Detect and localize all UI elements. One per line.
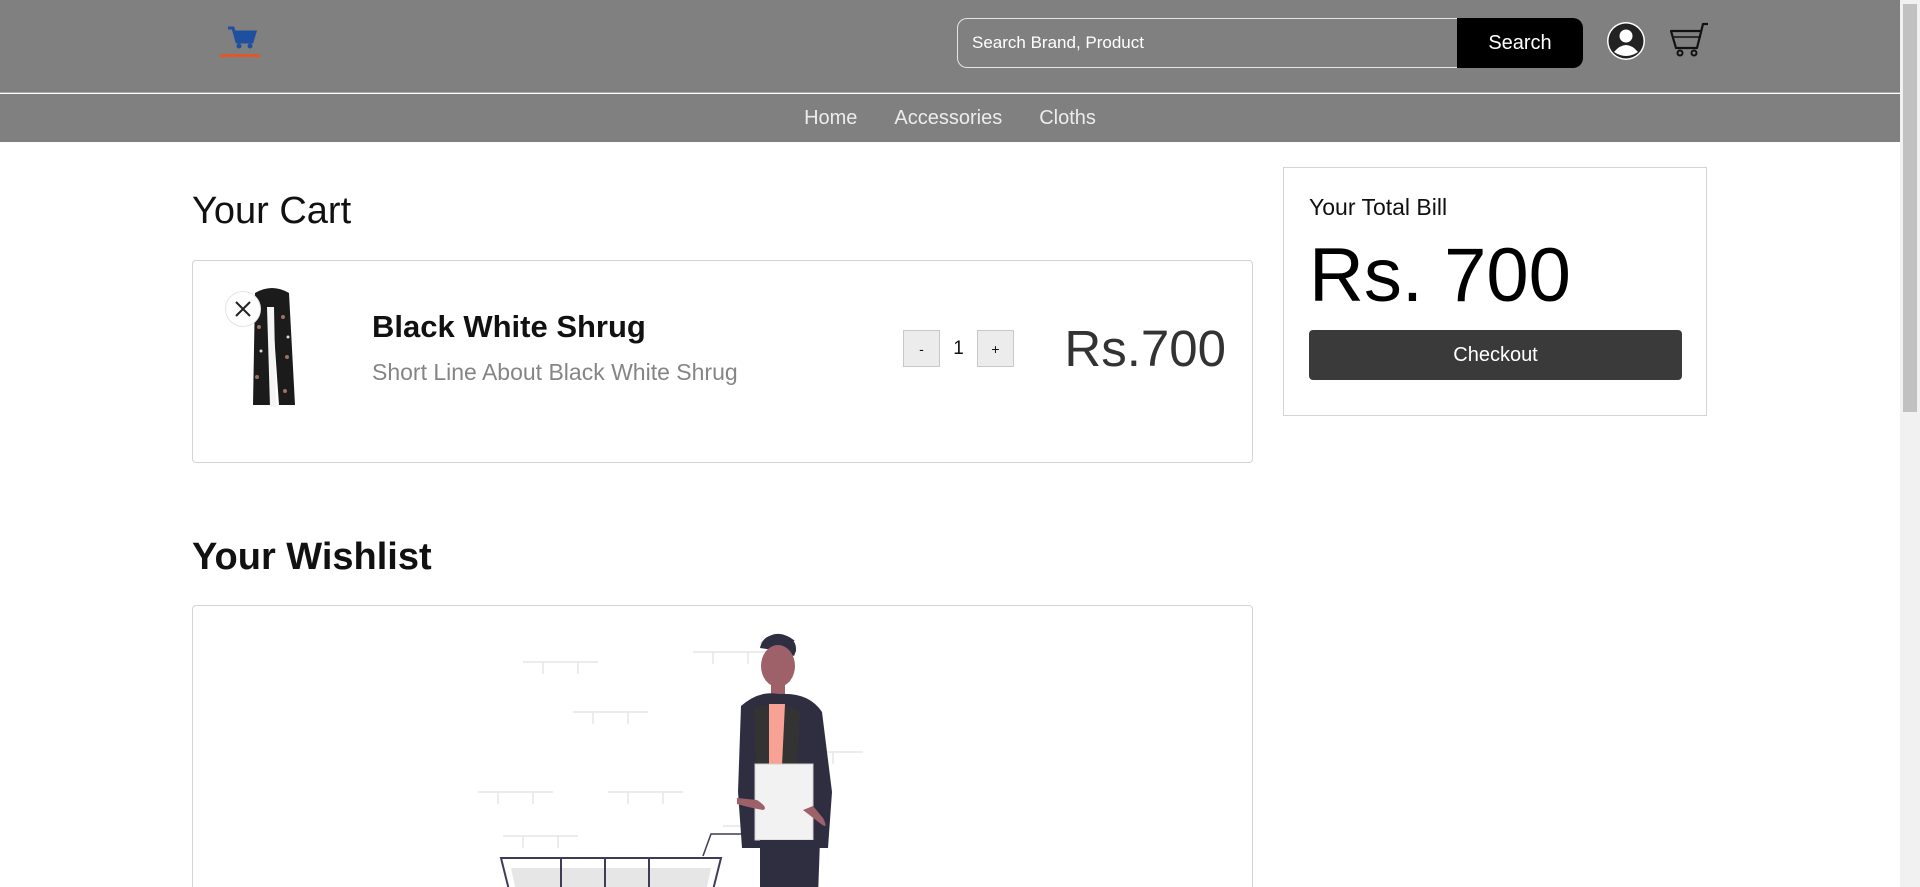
product-name: Black White Shrug <box>372 309 646 344</box>
close-icon <box>235 301 251 317</box>
site-logo[interactable] <box>210 22 270 62</box>
cart-title: Your Cart <box>192 190 352 232</box>
search-bar: Search <box>957 18 1583 68</box>
product-description: Short Line About Black White Shrug <box>372 359 738 385</box>
nav-home[interactable]: Home <box>804 107 857 130</box>
product-price: Rs.700 <box>1064 320 1226 377</box>
search-input[interactable] <box>957 18 1457 68</box>
cart-logo-icon <box>220 26 260 57</box>
wishlist-title: Your Wishlist <box>192 536 432 578</box>
nav-cloths[interactable]: Cloths <box>1039 107 1096 130</box>
bill-amount: Rs. 700 <box>1309 233 1571 318</box>
wishlist-panel <box>192 605 1253 887</box>
user-circle-icon[interactable] <box>1606 21 1646 61</box>
increase-quantity-button[interactable]: + <box>977 330 1014 367</box>
bill-label: Your Total Bill <box>1309 194 1448 220</box>
bill-summary: Your Total Bill Rs. 700 Checkout <box>1283 167 1707 416</box>
empty-wishlist-illustration <box>473 626 953 887</box>
shopping-cart-icon[interactable] <box>1668 20 1710 60</box>
checkout-button[interactable]: Checkout <box>1309 330 1682 380</box>
quantity-stepper: - 1 + <box>903 330 1014 367</box>
main-nav: Home Accessories Cloths <box>0 94 1900 142</box>
nav-accessories[interactable]: Accessories <box>894 107 1002 130</box>
scrollbar-thumb[interactable] <box>1903 4 1917 412</box>
remove-item-button[interactable] <box>225 291 261 327</box>
search-button[interactable]: Search <box>1457 18 1583 68</box>
top-header: Search <box>0 0 1900 93</box>
cart-item: Black White Shrug Short Line About Black… <box>192 260 1253 463</box>
decrease-quantity-button[interactable]: - <box>903 330 940 367</box>
quantity-value: 1 <box>953 337 964 359</box>
